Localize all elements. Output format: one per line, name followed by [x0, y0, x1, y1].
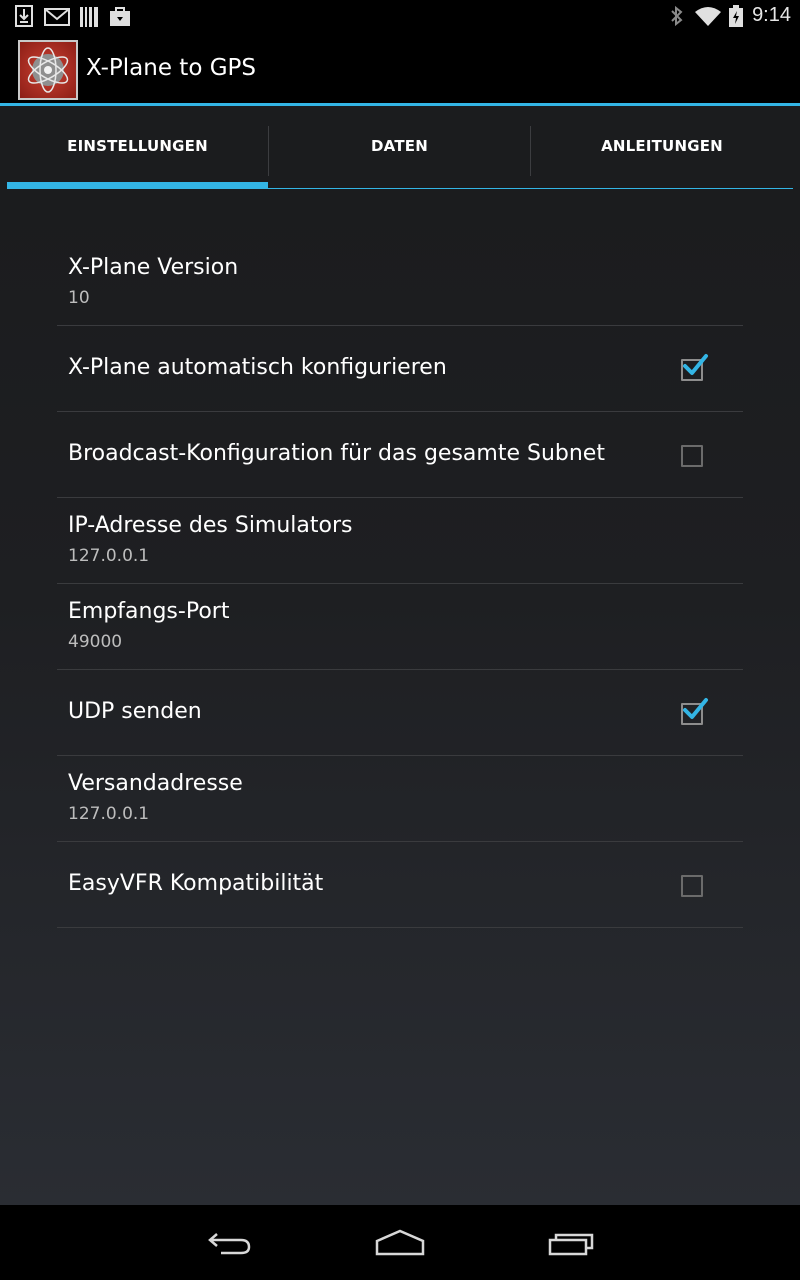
broadcast-config-checkbox[interactable]	[681, 445, 703, 467]
tab-label: ANLEITUNGEN	[601, 137, 723, 155]
tab-anleitungen[interactable]: ANLEITUNGEN	[531, 106, 793, 192]
app-title: X-Plane to GPS	[86, 55, 256, 81]
recent-apps-button[interactable]	[542, 1225, 602, 1261]
pref-title: Versandadresse	[68, 771, 243, 796]
battery-icon	[729, 5, 743, 27]
auto-configure-checkbox[interactable]	[681, 354, 708, 381]
action-bar: X-Plane to GPS	[0, 34, 800, 106]
bluetooth-icon	[671, 5, 683, 27]
pref-receive-port[interactable]: Empfangs-Port 49000	[57, 584, 743, 670]
back-icon	[208, 1233, 251, 1255]
pref-title: IP-Adresse des Simulators	[68, 513, 353, 538]
app-icon[interactable]	[18, 40, 78, 100]
pref-title: X-Plane Version	[68, 255, 239, 280]
home-icon	[375, 1229, 425, 1256]
pref-title: X-Plane automatisch konfigurieren	[68, 355, 447, 380]
tab-bar: EINSTELLUNGEN DATEN ANLEITUNGEN	[0, 106, 800, 192]
navigation-bar	[0, 1205, 800, 1280]
pref-summary: 10	[68, 288, 90, 308]
settings-content: X-Plane Version 10 X-Plane automatisch k…	[0, 192, 800, 1205]
download-icon	[15, 5, 33, 27]
tab-daten[interactable]: DATEN	[269, 106, 530, 192]
pref-simulator-ip[interactable]: IP-Adresse des Simulators 127.0.0.1	[57, 498, 743, 584]
pref-summary: 127.0.0.1	[68, 804, 150, 824]
tab-selected-indicator	[7, 182, 268, 189]
pref-send-address[interactable]: Versandadresse 127.0.0.1	[57, 756, 743, 842]
pref-auto-configure[interactable]: X-Plane automatisch konfigurieren	[57, 326, 743, 412]
gmail-icon	[44, 8, 70, 26]
pref-title: EasyVFR Kompatibilität	[68, 871, 324, 896]
pref-broadcast-config[interactable]: Broadcast-Konfiguration für das gesamte …	[57, 412, 743, 498]
preference-list: X-Plane Version 10 X-Plane automatisch k…	[57, 240, 743, 928]
status-time: 9:14	[752, 4, 791, 26]
home-button[interactable]	[370, 1225, 430, 1261]
pref-xplane-version[interactable]: X-Plane Version 10	[57, 240, 743, 326]
pref-summary: 49000	[68, 632, 123, 652]
send-udp-checkbox[interactable]	[681, 698, 708, 725]
recent-apps-icon	[548, 1233, 594, 1256]
globe-icon	[27, 47, 69, 93]
tab-label: DATEN	[371, 137, 428, 155]
barcode-icon	[80, 7, 98, 27]
tab-einstellungen[interactable]: EINSTELLUNGEN	[7, 106, 268, 192]
back-button[interactable]	[200, 1225, 260, 1261]
pref-send-udp[interactable]: UDP senden	[57, 670, 743, 756]
pref-summary: 127.0.0.1	[68, 546, 150, 566]
checkmark-icon	[683, 354, 708, 375]
shopping-bag-icon	[110, 7, 130, 26]
pref-title: UDP senden	[68, 699, 202, 724]
pref-easyvfr-compat[interactable]: EasyVFR Kompatibilität	[57, 842, 743, 928]
tab-label: EINSTELLUNGEN	[67, 137, 208, 155]
screen: 9:14 X-Plane to GPS EINSTELLUNGEN DATEN …	[0, 0, 800, 1280]
pref-title: Empfangs-Port	[68, 599, 230, 624]
wifi-icon	[695, 7, 721, 26]
status-bar: 9:14	[0, 0, 800, 34]
checkmark-icon	[683, 698, 708, 719]
easyvfr-compat-checkbox[interactable]	[681, 875, 703, 897]
pref-title: Broadcast-Konfiguration für das gesamte …	[68, 441, 605, 466]
